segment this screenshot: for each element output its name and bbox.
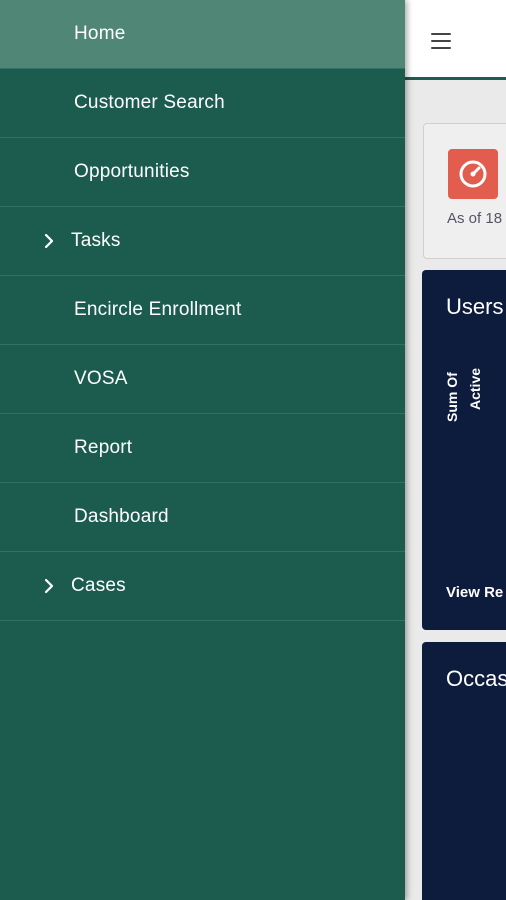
card-title: Occas xyxy=(446,666,506,691)
y-axis-label: Sum Of Active xyxy=(444,364,504,434)
users-dashboard-card[interactable]: Users Sum Of Active View Re xyxy=(422,270,506,630)
nav-item-label: Tasks xyxy=(71,230,121,251)
nav-item-label: VOSA xyxy=(74,368,128,389)
nav-item-cases[interactable]: Cases xyxy=(0,552,405,621)
main-content: As of 18 Users Sum Of Active View Re Occ… xyxy=(405,0,506,900)
chevron-right-icon xyxy=(44,578,54,594)
nav-item-vosa[interactable]: VOSA xyxy=(0,345,405,414)
nav-item-encircle-enrollment[interactable]: Encircle Enrollment xyxy=(0,276,405,345)
gauge-card[interactable]: As of 18 xyxy=(423,123,506,259)
nav-item-label: Encircle Enrollment xyxy=(74,299,242,320)
top-bar xyxy=(405,0,506,80)
navigation-drawer: Home Customer Search Opportunities Tasks… xyxy=(0,0,405,900)
nav-item-label: Dashboard xyxy=(74,506,169,527)
card-title: Users xyxy=(446,294,504,319)
nav-item-home[interactable]: Home xyxy=(0,0,405,69)
nav-item-label: Report xyxy=(74,437,133,458)
nav-item-label: Home xyxy=(74,23,126,44)
axis-label-line1: Sum Of xyxy=(444,372,460,422)
nav-item-tasks[interactable]: Tasks xyxy=(0,207,405,276)
view-report-link[interactable]: View Re xyxy=(446,584,503,601)
axis-label-line2: Active xyxy=(467,367,483,410)
nav-item-dashboard[interactable]: Dashboard xyxy=(0,483,405,552)
gauge-icon xyxy=(448,149,498,199)
nav-item-opportunities[interactable]: Opportunities xyxy=(0,138,405,207)
occasions-dashboard-card[interactable]: Occas xyxy=(422,642,506,900)
nav-item-label: Customer Search xyxy=(74,92,225,113)
nav-item-customer-search[interactable]: Customer Search xyxy=(0,69,405,138)
nav-item-label: Opportunities xyxy=(74,161,190,182)
nav-item-label: Cases xyxy=(71,575,126,596)
as-of-text: As of 18 xyxy=(447,210,503,227)
nav-item-report[interactable]: Report xyxy=(0,414,405,483)
chevron-right-icon xyxy=(44,233,54,249)
hamburger-icon[interactable] xyxy=(431,33,451,49)
